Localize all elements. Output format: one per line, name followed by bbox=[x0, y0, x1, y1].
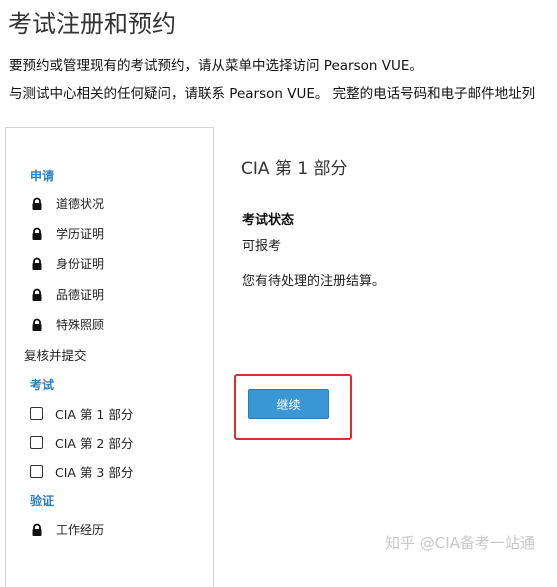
exam-status-value: 可报考 bbox=[242, 239, 282, 254]
sidebar-item-label: CIA 第 3 部分 bbox=[55, 465, 134, 480]
sidebar-item-work-experience: 工作经历 bbox=[30, 521, 104, 538]
sidebar-header-exam: 考试 bbox=[30, 378, 55, 392]
intro-text-contact: 与测试中心相关的任何疑问，请联系 Pearson VUE。 完整的电话号码和电子… bbox=[9, 86, 536, 102]
lock-icon bbox=[32, 318, 42, 331]
sidebar-header-application: 申请 bbox=[30, 169, 55, 183]
checkbox-icon[interactable] bbox=[30, 407, 43, 420]
sidebar-item-label: 学历证明 bbox=[56, 227, 105, 241]
exam-status-label: 考试状态 bbox=[242, 213, 295, 228]
continue-button[interactable]: 继续 bbox=[248, 389, 329, 419]
sidebar-item-cia-part-2[interactable]: CIA 第 2 部分 bbox=[30, 433, 133, 452]
sidebar-header-verify: 验证 bbox=[30, 494, 55, 508]
sidebar-item-cia-part-1[interactable]: CIA 第 1 部分 bbox=[30, 404, 133, 423]
exam-title: CIA 第 1 部分 bbox=[241, 159, 348, 179]
lock-icon bbox=[32, 523, 42, 536]
sidebar-item-label: CIA 第 2 部分 bbox=[55, 436, 134, 451]
sidebar-item-identity: 身份证明 bbox=[30, 255, 104, 272]
sidebar-item-ethics: 道德状况 bbox=[30, 195, 104, 212]
sidebar-item-label: 道德状况 bbox=[56, 197, 105, 211]
sidebar-item-accommodation: 特殊照顾 bbox=[30, 316, 104, 333]
sidebar-item-review-submit[interactable]: 复核并提交 bbox=[24, 345, 87, 364]
sidebar-item-label: 特殊照顾 bbox=[56, 318, 105, 332]
checkbox-icon[interactable] bbox=[30, 465, 43, 478]
lock-icon bbox=[32, 227, 42, 240]
lock-icon bbox=[32, 288, 42, 301]
sidebar-item-education: 学历证明 bbox=[30, 225, 104, 242]
lock-icon bbox=[32, 197, 42, 210]
sidebar-item-character: 品德证明 bbox=[30, 286, 104, 303]
sidebar-item-label: 品德证明 bbox=[56, 288, 105, 302]
lock-icon bbox=[32, 257, 42, 270]
page-title: 考试注册和预约 bbox=[8, 10, 176, 38]
intro-text-appointment: 要预约或管理现有的考试预约，请从菜单中选择访问 Pearson VUE。 bbox=[9, 58, 423, 74]
pending-registration-message: 您有待处理的注册结算。 bbox=[242, 274, 386, 289]
checkbox-icon[interactable] bbox=[30, 436, 43, 449]
watermark: 知乎 @CIA备考一站通 bbox=[385, 534, 535, 552]
sidebar-item-label: 身份证明 bbox=[56, 257, 105, 271]
sidebar-item-cia-part-3[interactable]: CIA 第 3 部分 bbox=[30, 462, 133, 481]
sidebar-item-label: CIA 第 1 部分 bbox=[55, 407, 134, 422]
sidebar-item-label: 工作经历 bbox=[56, 523, 105, 537]
